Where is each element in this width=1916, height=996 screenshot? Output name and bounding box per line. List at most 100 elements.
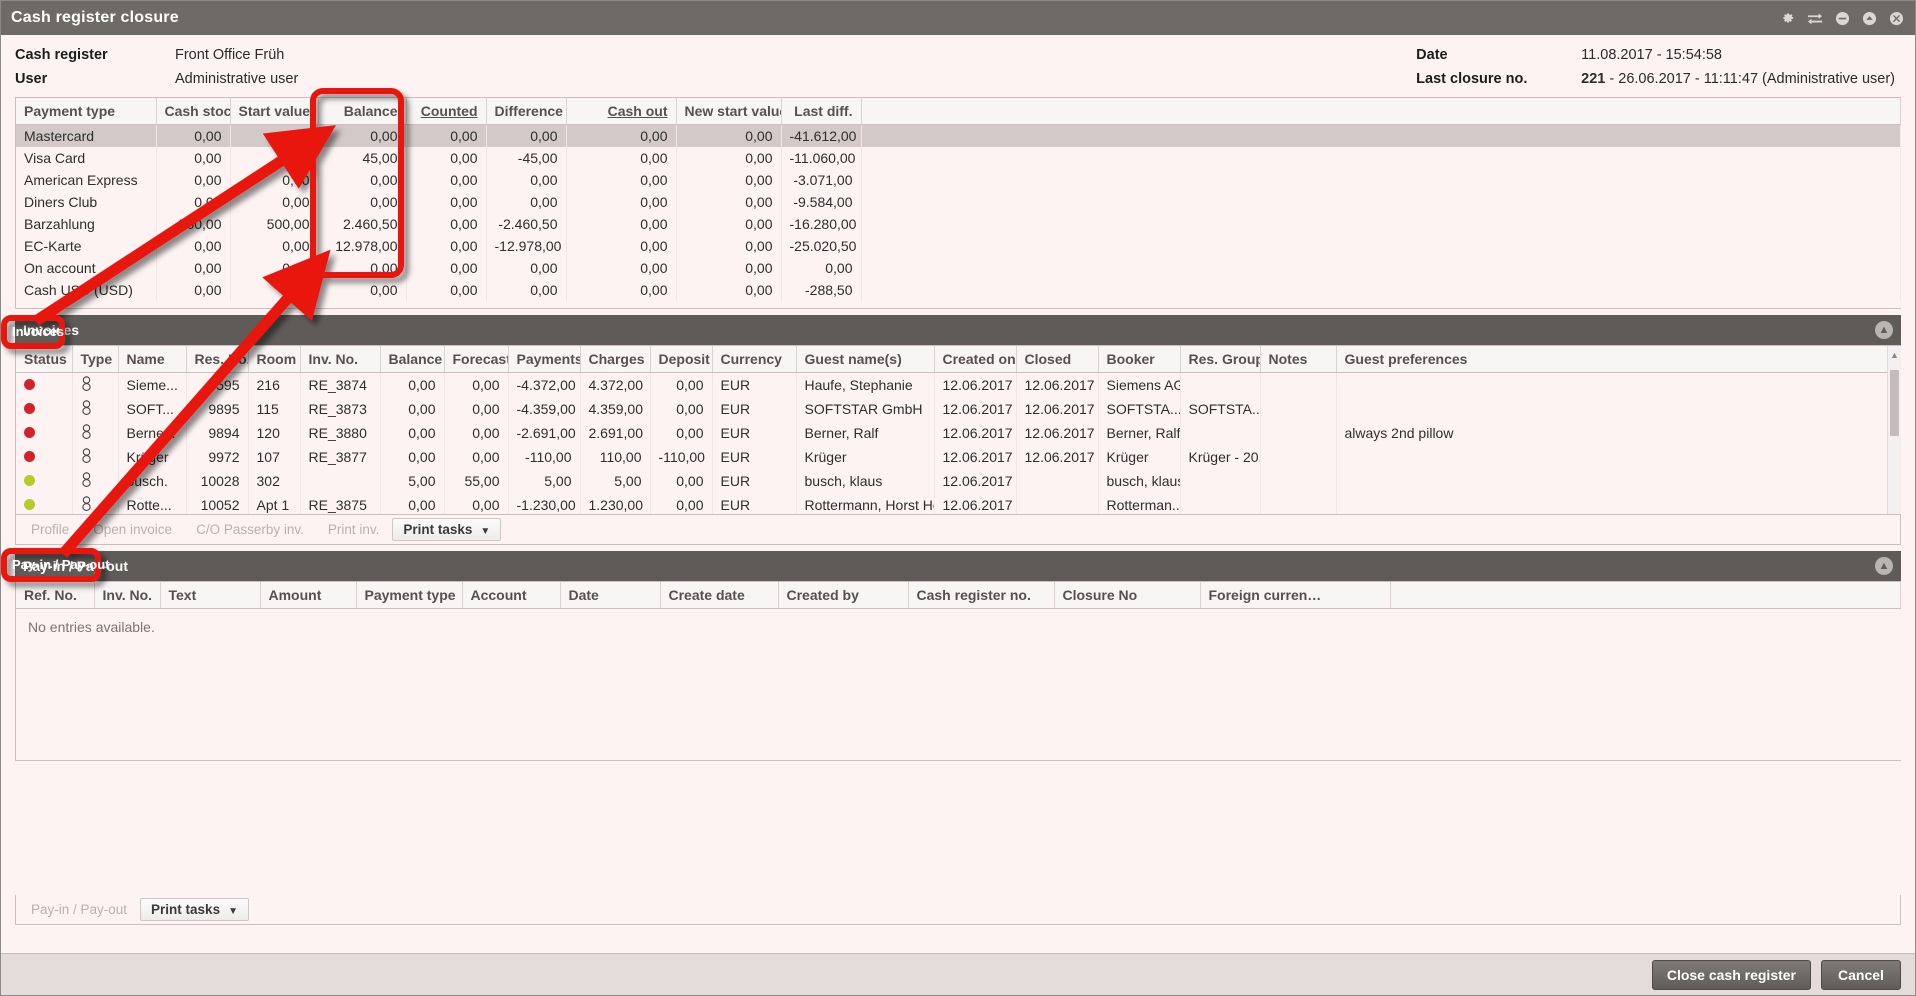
restore-icon[interactable] (1860, 9, 1878, 27)
payment-col-header[interactable]: Payment type (16, 98, 157, 125)
table-cell: 0,00 (156, 124, 231, 147)
payment-col-header[interactable]: Start value (230, 98, 319, 125)
invoices-col-header[interactable]: Guest preferences (1336, 346, 1901, 373)
payment-col-header[interactable]: Cash out (566, 98, 677, 125)
print-tasks-button[interactable]: Print tasks ▼ (140, 898, 249, 921)
invoices-col-header[interactable]: Res. Group (1180, 346, 1261, 373)
payment-col-header[interactable]: Balance (318, 98, 407, 125)
table-cell: -11.060,00 (781, 147, 862, 169)
switch-icon[interactable] (1806, 9, 1824, 27)
invoices-col-header[interactable]: Deposit (650, 346, 713, 373)
invoices-col-header[interactable]: Payments (508, 346, 581, 373)
type-cell (72, 445, 119, 469)
payinout-col-header[interactable]: Create date (660, 582, 779, 609)
invoices-section-bar[interactable]: Invoices ▲ (15, 315, 1901, 345)
scroll-up-arrow-icon[interactable]: ▲ (1888, 348, 1901, 362)
table-cell: 0,00 (230, 191, 319, 213)
table-cell: 0,00 (566, 279, 677, 301)
payinout-col-header[interactable]: Account (462, 582, 561, 609)
table-cell: SOFTSTA... (1180, 397, 1261, 421)
payment-col-header[interactable]: Difference (486, 98, 567, 125)
table-row[interactable]: American Express 0,00 0,00 0,00 0,00 0,00 0,00… (16, 169, 1901, 191)
invoices-col-header[interactable]: Created on (934, 346, 1017, 373)
table-cell: 0,00 (444, 445, 509, 469)
gear-icon[interactable] (1779, 9, 1797, 27)
table-row[interactable]: Berne... 9894 120 RE_3880 0,00 0,00 -2.691,00 2… (16, 421, 1901, 445)
table-row[interactable]: On account 0,00 0,00 0,00 0,00 0,00 0,00 0,00 0,… (16, 257, 1901, 279)
payinout-col-header[interactable]: Closure No (1054, 582, 1201, 609)
minimize-icon[interactable] (1833, 9, 1851, 27)
last-closure-rest: - 26.06.2017 - 11:11:47 (Administrative … (1605, 71, 1895, 87)
table-row[interactable]: Krüger 9972 107 RE_3877 0,00 0,00 -110,00 110,0… (16, 445, 1901, 469)
table-cell: 12.06.2017 (934, 421, 1017, 445)
payinout-col-header[interactable]: Cash register no. (908, 582, 1055, 609)
invoices-col-header[interactable]: Charges (580, 346, 651, 373)
table-cell: 5,00 (508, 469, 581, 493)
payment-col-header[interactable]: Cash stock (156, 98, 231, 125)
open-invoice-button: Open invoice (93, 522, 173, 537)
invoices-col-header[interactable]: Forecast (444, 346, 509, 373)
payinout-col-header[interactable]: Date (560, 582, 661, 609)
table-cell: 0,00 (566, 213, 677, 235)
invoices-col-header[interactable]: Balance (380, 346, 445, 373)
print-tasks-button[interactable]: Print tasks ▼ (392, 518, 502, 541)
cancel-button[interactable]: Cancel (1821, 959, 1901, 990)
table-row[interactable]: SOFT... 9895 115 RE_3873 0,00 0,00 -4.359,00 4.… (16, 397, 1901, 421)
payinout-col-header[interactable]: Amount (260, 582, 357, 609)
table-cell: 9595 (186, 372, 249, 397)
payment-table-grid: Payment typeCash stockStart valueBalance… (15, 97, 1901, 309)
table-cell: 5,00 (580, 469, 651, 493)
table-row[interactable]: Sieme... 9595 216 RE_3874 0,00 0,00 -4.372,00 4… (16, 372, 1901, 397)
chevron-up-icon[interactable]: ▲ (1875, 321, 1893, 339)
invoices-vertical-scrollbar[interactable]: ▲ (1887, 346, 1901, 514)
table-row[interactable]: Mastercard 0,00 0,00 0,00 0,00 0,00 0,00 0,00 -4… (16, 124, 1901, 147)
table-cell: 0,00 (318, 279, 407, 301)
invoices-col-header[interactable]: Room (248, 346, 301, 373)
table-cell: EUR (712, 445, 797, 469)
type-cell (72, 493, 119, 514)
table-row[interactable]: EC-Karte 0,00 0,00 12.978,00 0,00 -12.978,00 0… (16, 235, 1901, 257)
payinout-col-header[interactable]: Ref. No. (16, 582, 95, 609)
scrollbar-thumb[interactable] (1890, 370, 1899, 436)
table-cell (1180, 469, 1261, 493)
table-cell: -110,00 (650, 445, 713, 469)
payment-col-header[interactable] (861, 98, 1901, 125)
payinout-col-header[interactable]: Foreign curren… (1200, 582, 1391, 609)
invoices-col-header[interactable]: Res. No. (186, 346, 249, 373)
payment-col-header[interactable]: Last diff. (781, 98, 862, 125)
payinout-col-header[interactable]: Text (160, 582, 261, 609)
payinout-col-header[interactable] (1390, 582, 1901, 609)
invoices-col-header[interactable]: Inv. No. (300, 346, 381, 373)
table-row[interactable]: Visa Card 0,00 0,00 45,00 0,00 -45,00 0,00 0,00… (16, 147, 1901, 169)
close-icon[interactable] (1887, 9, 1905, 27)
payment-col-header[interactable]: Counted (406, 98, 487, 125)
table-row[interactable]: busch. 10028 302 5,00 55,00 5,00 5,00 0,00 EUR bu… (16, 469, 1901, 493)
invoices-col-header[interactable]: Currency (712, 346, 797, 373)
chevron-down-icon: ▼ (228, 906, 238, 917)
status-badge (16, 493, 73, 514)
table-cell: 0,00 (566, 169, 677, 191)
payinout-col-header[interactable]: Payment type (356, 582, 463, 609)
table-row[interactable]: Rotte... 10052 Apt 1 RE_3875 0,00 0,00 -1.230,… (16, 493, 1901, 514)
table-row[interactable]: Cash USD (USD) 0,00 0,00 0,00 0,00 0,00 0,00 0,… (16, 279, 1901, 301)
payinout-col-header[interactable]: Created by (778, 582, 909, 609)
close-cash-register-button[interactable]: Close cash register (1651, 959, 1811, 990)
invoices-col-header[interactable]: Name (118, 346, 187, 373)
invoices-table-head: Status Type Name Res. No. Room Inv. No. Balanc… (16, 346, 1901, 373)
table-row[interactable]: Barzahlung 500,00 500,00 2.460,50 0,00 -2.460… (16, 213, 1901, 235)
invoices-col-header[interactable]: Type (72, 346, 119, 373)
table-cell: 115 (248, 397, 301, 421)
invoices-col-header[interactable]: Status (16, 346, 73, 373)
payment-col-header[interactable]: New start value (676, 98, 782, 125)
table-cell: 0,00 (444, 372, 509, 397)
table-cell: 0,00 (380, 372, 445, 397)
table-cell: 0,00 (380, 445, 445, 469)
table-row[interactable]: Diners Club 0,00 0,00 0,00 0,00 0,00 0,00 0,00-… (16, 191, 1901, 213)
invoices-col-header[interactable]: Closed (1016, 346, 1099, 373)
chevron-up-icon-2[interactable]: ▲ (1875, 557, 1893, 575)
invoices-col-header[interactable]: Booker (1098, 346, 1181, 373)
payinout-col-header[interactable]: Inv. No. (94, 582, 161, 609)
invoices-col-header[interactable]: Guest name(s) (796, 346, 935, 373)
payinout-section-bar[interactable]: Pay-in / Pay-out ▲ (15, 551, 1901, 581)
invoices-col-header[interactable]: Notes (1260, 346, 1337, 373)
